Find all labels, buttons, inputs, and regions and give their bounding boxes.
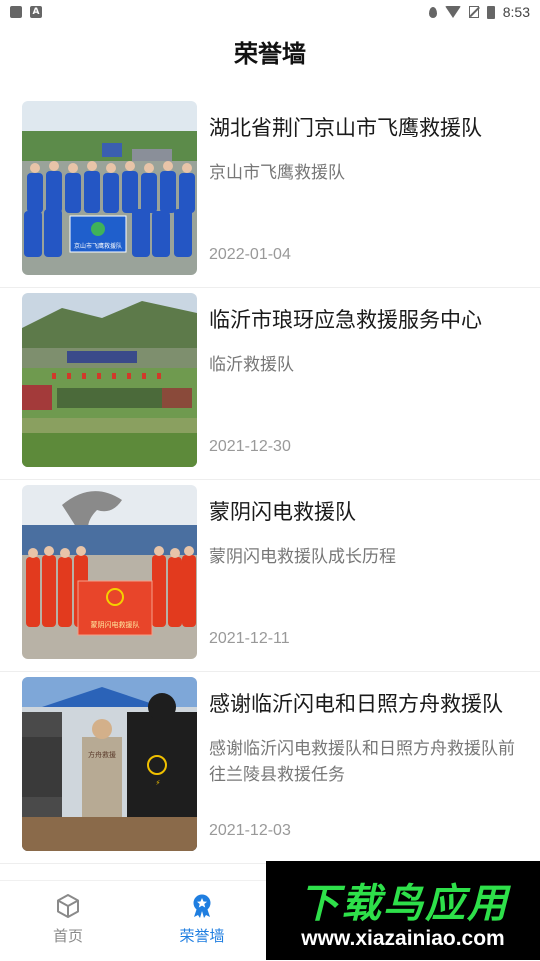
banner-text: 京山市飞鹰救援队: [74, 242, 122, 250]
list-item[interactable]: ⚡ 方舟救援 感谢临沂闪电和日照方舟救援队 感谢临沂闪电救援队和日照方舟救援队前…: [0, 672, 540, 864]
battery-icon: [486, 5, 495, 19]
item-title: 感谢临沂闪电和日照方舟救援队: [209, 692, 503, 716]
item-description: 京山市飞鹰救援队: [209, 163, 345, 183]
item-description: 感谢临沂闪电救援队和日照方舟救援队前往兰陵县救援任务: [209, 739, 515, 785]
tab-home[interactable]: 首页: [8, 893, 128, 946]
item-title: 湖北省荆门京山市飞鹰救援队: [209, 116, 482, 140]
watermark-url: www.xiazainiao.com: [301, 927, 505, 950]
tab-honor-wall-label: 荣誉墙: [179, 927, 225, 945]
tab-home-label: 首页: [52, 927, 83, 945]
image-icon: [10, 6, 22, 18]
item-date: 2021-12-30: [209, 438, 291, 455]
watermark-brand: 下载鸟应用: [299, 881, 509, 927]
no-sim-icon: [468, 6, 479, 18]
item-date: 2022-01-04: [209, 246, 291, 263]
medal-icon: [193, 894, 211, 918]
watermark: 下载鸟应用 www.xiazainiao.com: [266, 861, 540, 960]
page-title: 荣誉墙: [234, 40, 306, 68]
status-bar: A 8:53: [0, 0, 540, 24]
item-title: 蒙阴闪电救援队: [209, 500, 356, 524]
list-item[interactable]: 蒙阴闪电救援队 蒙阴闪电救援队 蒙阴闪电救援队成长历程 2021-12-11: [0, 480, 540, 672]
item-thumbnail: 京山市飞鹰救援队: [22, 101, 197, 275]
item-thumbnail: [22, 293, 197, 467]
svg-text:⚡: ⚡: [156, 779, 161, 787]
item-thumbnail: ⚡ 方舟救援: [22, 677, 197, 851]
wifi-icon: [444, 6, 461, 18]
banner-text: 蒙阴闪电救援队: [91, 620, 140, 629]
item-description: 临沂救援队: [209, 355, 294, 375]
location-icon: [428, 6, 437, 18]
item-thumbnail: 蒙阴闪电救援队: [22, 485, 197, 659]
tab-honor-wall[interactable]: 荣誉墙: [142, 893, 262, 946]
list-item[interactable]: 京山市飞鹰救援队 湖北省荆门京山市飞鹰救援队 京山市飞鹰救援队 2022-01-…: [0, 96, 540, 288]
status-time: 8:53: [502, 4, 530, 20]
item-title: 临沂市琅玡应急救援服务中心: [209, 308, 482, 332]
honor-list: 京山市飞鹰救援队 湖北省荆门京山市飞鹰救援队 京山市飞鹰救援队 2022-01-…: [0, 96, 540, 864]
list-item[interactable]: 临沂市琅玡应急救援服务中心 临沂救援队 2021-12-30: [0, 288, 540, 480]
item-date: 2021-12-03: [209, 822, 291, 839]
cube-icon: [57, 894, 79, 918]
item-description: 蒙阴闪电救援队成长历程: [209, 547, 396, 567]
shirt-text: 方舟救援: [88, 750, 116, 759]
item-date: 2021-12-11: [209, 630, 290, 647]
a-icon: A: [30, 6, 42, 18]
